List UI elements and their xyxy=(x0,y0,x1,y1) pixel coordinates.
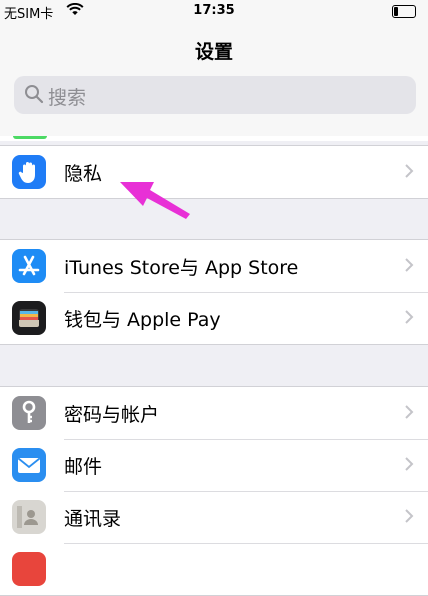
chevron-right-icon xyxy=(404,309,414,329)
partially-hidden-row xyxy=(0,136,428,141)
row-privacy[interactable]: 隐私 xyxy=(0,146,428,198)
chevron-right-icon xyxy=(404,163,414,183)
search-icon xyxy=(24,84,44,108)
settings-group-accounts: 密码与帐户 邮件 通讯录 xyxy=(0,386,428,596)
chevron-right-icon xyxy=(404,257,414,277)
hand-icon xyxy=(12,155,46,189)
row-itunes-app-store[interactable]: iTunes Store与 App Store xyxy=(0,240,428,292)
app-store-icon xyxy=(12,249,46,283)
partial-green-icon xyxy=(13,136,47,139)
row-wallet-apple-pay[interactable]: 钱包与 Apple Pay xyxy=(0,292,428,344)
row-label: 邮件 xyxy=(64,456,103,478)
chevron-right-icon xyxy=(404,404,414,424)
search-field[interactable]: 搜索 xyxy=(14,76,416,114)
status-bar: 无SIM卡 17:35 xyxy=(0,0,428,24)
key-icon xyxy=(12,396,46,430)
wallet-icon xyxy=(12,301,46,335)
contacts-icon xyxy=(12,500,46,534)
row-label: 隐私 xyxy=(64,163,103,185)
clock: 17:35 xyxy=(193,3,235,18)
settings-group-privacy: 隐私 xyxy=(0,145,428,199)
row-contacts[interactable]: 通讯录 xyxy=(0,491,428,543)
row-label: 通讯录 xyxy=(64,508,122,530)
row-label: 钱包与 Apple Pay xyxy=(64,309,221,331)
row-label: 密码与帐户 xyxy=(64,404,160,426)
row-passwords-accounts[interactable]: 密码与帐户 xyxy=(0,387,428,439)
battery-icon xyxy=(392,5,416,18)
row-mail[interactable]: 邮件 xyxy=(0,439,428,491)
settings-group-store: iTunes Store与 App Store 钱包与 Apple Pay xyxy=(0,239,428,345)
navigation-bar: 设置 搜索 xyxy=(0,24,428,136)
row-partially-visible[interactable] xyxy=(0,543,428,595)
mail-icon xyxy=(12,448,46,482)
row-label: iTunes Store与 App Store xyxy=(64,257,299,279)
calendar-icon xyxy=(12,552,46,586)
search-placeholder: 搜索 xyxy=(48,87,87,109)
page-title: 设置 xyxy=(194,41,233,63)
chevron-right-icon xyxy=(404,508,414,528)
chevron-right-icon xyxy=(404,456,414,476)
